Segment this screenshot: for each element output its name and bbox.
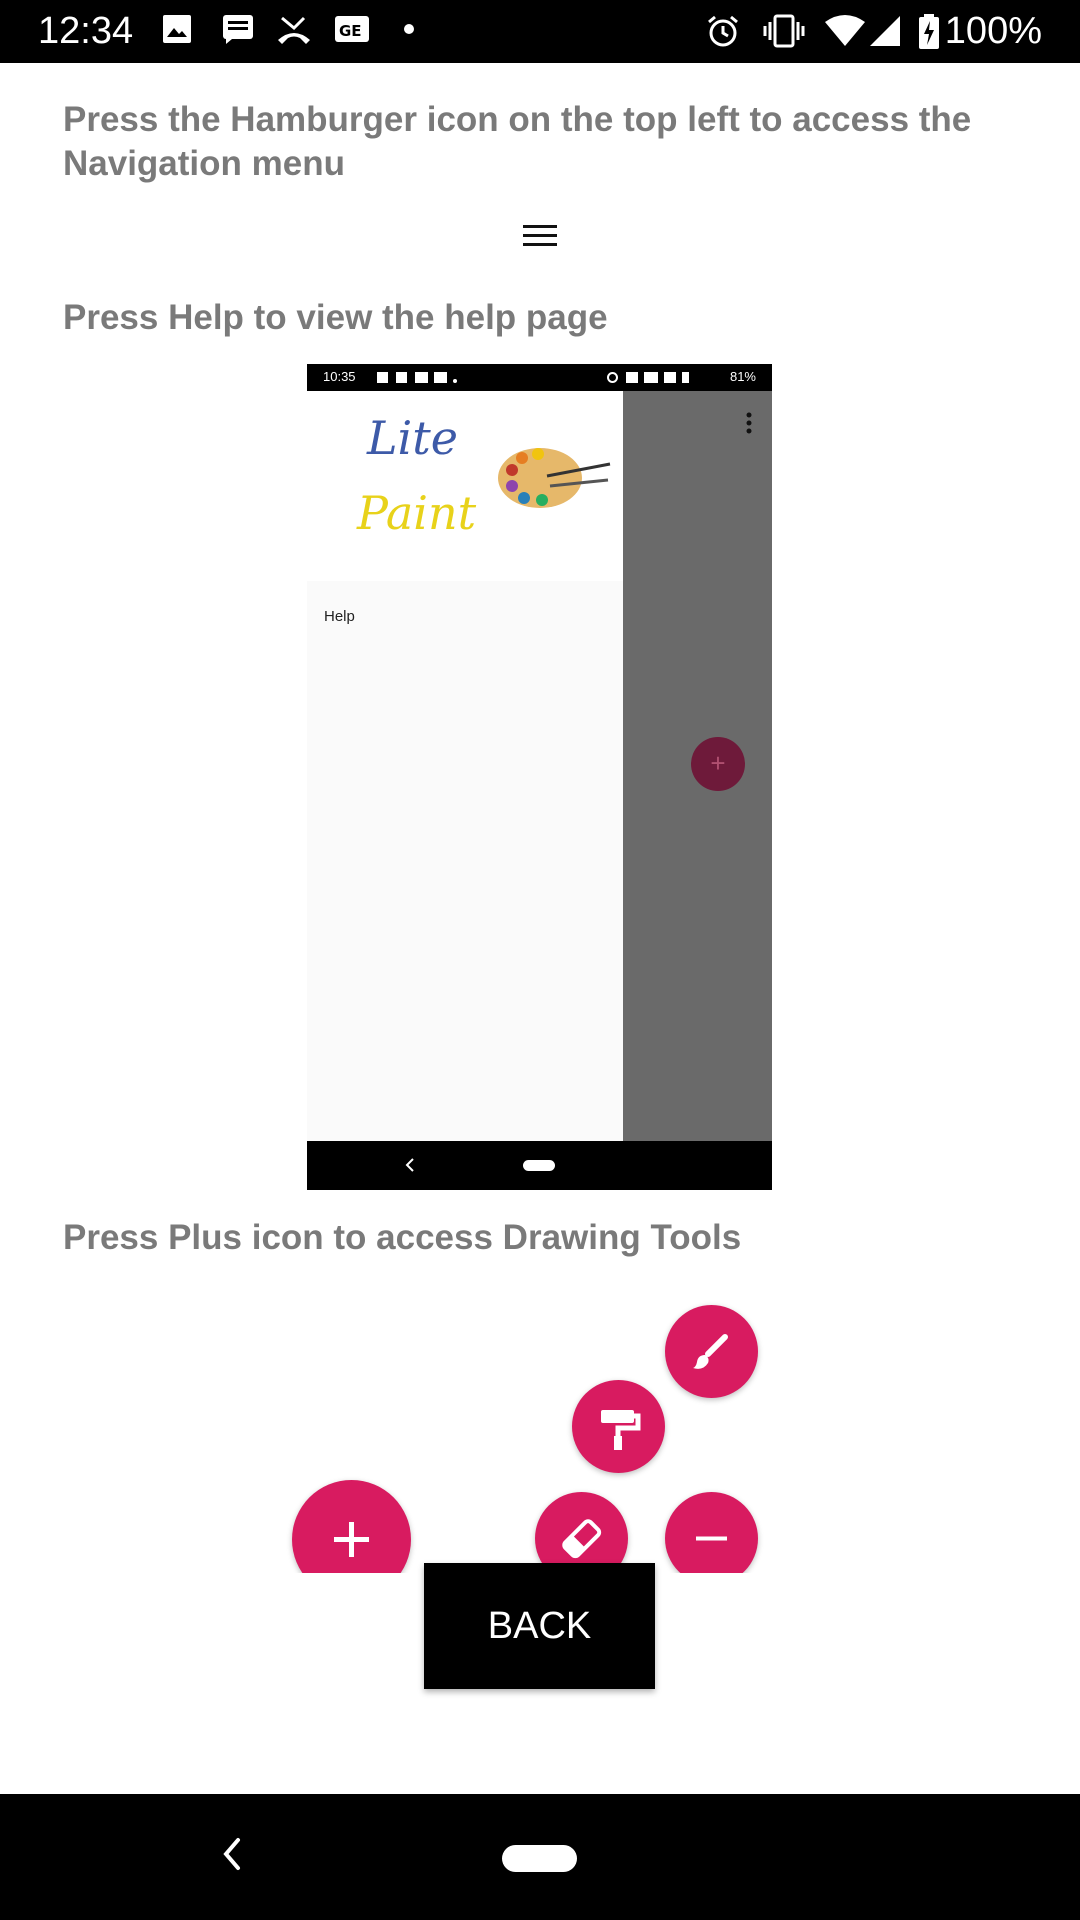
logo-text-paint: Paint [357,486,477,540]
logo-text-lite: Lite [367,411,458,465]
vibrate-icon [763,14,805,48]
screenshot-nav-bar [307,1141,772,1190]
instruction-drawing-tools: Press Plus icon to access Drawing Tools [63,1218,742,1257]
back-button[interactable]: BACK [424,1563,655,1689]
paint-roller-icon [601,1410,641,1450]
screenshot-plus-fab: + [691,737,745,791]
missed-call-icon [278,16,310,44]
wifi-icon [825,15,865,46]
hamburger-icon [523,225,557,247]
help-screenshot: 10:35 81% Lite Paint Help + [307,364,772,1190]
screenshot-overflow-icon [746,412,752,434]
dot-icon [404,24,414,34]
screenshot-status-bar: 10:35 81% [307,364,772,391]
screenshot-battery: 81% [729,369,756,384]
signal-icon [870,16,900,46]
battery-percent: 100% [944,10,1042,52]
message-icon [223,15,253,44]
card-icon: GE [335,16,369,42]
screenshot-right-icons [607,371,717,383]
screenshot-status-icons [377,371,457,383]
paint-roller-fab [572,1380,665,1473]
brush-fab [665,1305,758,1398]
svg-text:GE: GE [339,22,362,40]
battery-icon [919,14,939,49]
screenshot-home-pill [523,1160,555,1171]
status-bar: 12:34 GE 100% [0,0,1080,63]
palette-icon [498,448,611,508]
minus-icon [696,1536,727,1541]
screenshot-menu-help: Help [324,608,355,625]
system-nav-bar [0,1794,1080,1920]
nav-back-icon[interactable] [220,1834,244,1874]
brush-icon [693,1334,728,1369]
minus-fab [665,1492,758,1585]
instruction-navigation: Press the Hamburger icon on the top left… [63,100,972,183]
screenshot-time: 10:35 [323,369,356,384]
screenshot-drawer-header: Lite Paint [307,391,623,581]
nav-home-pill[interactable] [502,1845,577,1872]
alarm-icon [708,15,738,47]
image-icon [163,15,191,43]
instruction-help: Press Help to view the help page [63,298,608,337]
screenshot-navigation-drawer: Lite Paint Help [307,391,623,1141]
screenshot-back-icon [405,1158,414,1172]
status-time: 12:34 [38,10,134,52]
help-content[interactable]: Press the Hamburger icon on the top left… [0,63,1080,1794]
